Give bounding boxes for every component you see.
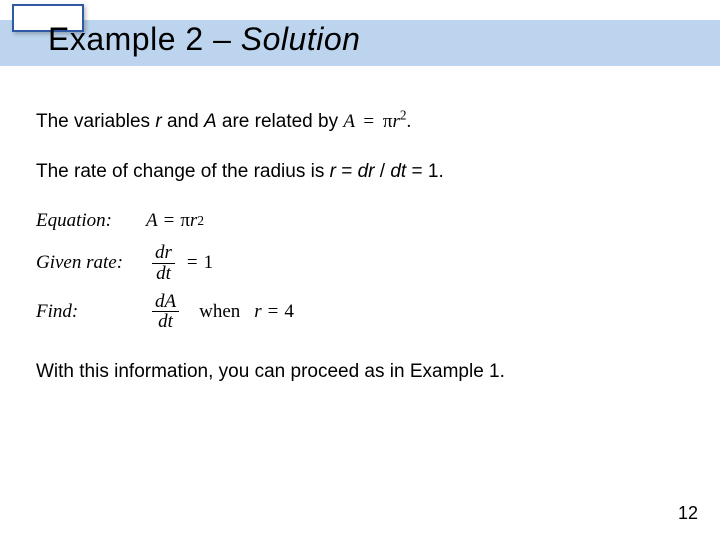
- eq-r: r: [392, 111, 399, 132]
- text: The variables: [36, 111, 155, 132]
- var-r: r: [254, 298, 261, 326]
- value-1: 1: [204, 249, 214, 277]
- slide-body: The variables r and A are related by A =…: [36, 108, 684, 408]
- row-equation: Equation: A = πr2: [36, 207, 684, 235]
- label-equation: Equation:: [36, 207, 146, 235]
- equals: =: [336, 161, 358, 182]
- pi-symbol: π: [180, 207, 190, 235]
- denominator: dt: [155, 312, 176, 332]
- intro-line-1: The variables r and A are related by A =…: [36, 108, 684, 136]
- text: = 1.: [406, 161, 444, 182]
- period: .: [407, 111, 412, 132]
- text: and: [162, 111, 204, 132]
- equals-sign: =: [164, 207, 175, 235]
- fraction-dA-dt: dA dt: [152, 292, 179, 333]
- inline-equation: A = πr2.: [343, 111, 411, 132]
- equals-sign: =: [268, 298, 279, 326]
- equals-sign: =: [187, 249, 198, 277]
- slide: Example 2 – Solution The variables r and…: [0, 0, 720, 540]
- title-emph: Solution: [241, 21, 361, 57]
- page-number: 12: [678, 503, 698, 524]
- text: The rate of change of the radius is: [36, 161, 330, 182]
- closing-line: With this information, you can proceed a…: [36, 358, 684, 386]
- slash: /: [375, 161, 391, 182]
- row-given-rate: Given rate: dr dt = 1: [36, 243, 684, 284]
- var-A: A: [204, 111, 217, 132]
- eq-r: r: [190, 207, 197, 235]
- equals-sign: =: [363, 111, 374, 132]
- fraction-dr-dt: dr dt: [152, 243, 175, 284]
- dt: dt: [390, 161, 406, 182]
- row-find: Find: dA dt when r = 4: [36, 292, 684, 333]
- label-given-rate: Given rate:: [36, 249, 146, 277]
- eq-A: A: [146, 207, 158, 235]
- text: are related by: [217, 111, 344, 132]
- exponent-2: 2: [400, 108, 407, 123]
- intro-line-2: The rate of change of the radius is r = …: [36, 158, 684, 186]
- title-prefix: Example 2 –: [48, 21, 241, 57]
- eq-A: A: [343, 111, 354, 132]
- dr: dr: [358, 161, 375, 182]
- when-text: when: [199, 298, 240, 326]
- label-find: Find:: [36, 298, 146, 326]
- numerator: dA: [152, 292, 179, 312]
- equation-block: Equation: A = πr2 Given rate: dr dt = 1 …: [36, 207, 684, 332]
- denominator: dt: [153, 264, 174, 284]
- value-4: 4: [284, 298, 294, 326]
- numerator: dr: [152, 243, 175, 263]
- pi-symbol: π: [383, 111, 393, 132]
- slide-title: Example 2 – Solution: [48, 22, 360, 57]
